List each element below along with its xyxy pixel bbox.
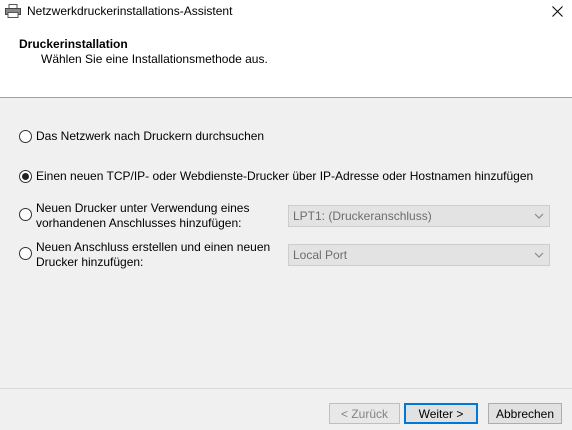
option-search-network[interactable]: Das Netzwerk nach Druckern durchsuchen	[19, 129, 264, 144]
option-label-line1: Neuen Anschluss erstellen und einen neue…	[36, 240, 271, 254]
close-icon	[551, 5, 563, 17]
option-label: Neuen Anschluss erstellen und einen neue…	[36, 240, 270, 270]
page-subtitle: Wählen Sie eine Installationsmethode aus…	[41, 52, 268, 66]
back-button[interactable]: < Zurück	[329, 403, 400, 424]
option-label: Einen neuen TCP/IP- oder Webdienste-Druc…	[36, 169, 534, 183]
radio-search-network[interactable]	[19, 130, 32, 143]
option-new-port[interactable]: Neuen Anschluss erstellen und einen neue…	[19, 240, 270, 270]
chevron-down-icon	[534, 213, 544, 219]
existing-port-value: LPT1: (Druckeranschluss)	[293, 209, 432, 223]
next-button[interactable]: Weiter >	[404, 403, 478, 424]
wizard-header: Druckerinstallation Wählen Sie eine Inst…	[0, 22, 572, 98]
option-label: Das Netzwerk nach Druckern durchsuchen	[36, 129, 265, 143]
port-type-select[interactable]: Local Port	[288, 244, 550, 266]
option-tcpip-printer[interactable]: Einen neuen TCP/IP- oder Webdienste-Druc…	[19, 169, 533, 184]
option-label-line1: Neuen Drucker unter Verwendung eines	[36, 201, 250, 215]
existing-port-select[interactable]: LPT1: (Druckeranschluss)	[288, 205, 550, 227]
option-label: Neuen Drucker unter Verwendung eines vor…	[36, 201, 249, 231]
window-title: Netzwerkdruckerinstallations-Assistent	[27, 4, 233, 18]
radio-new-port[interactable]	[19, 247, 32, 260]
radio-tcpip-printer[interactable]	[19, 170, 32, 183]
chevron-down-icon	[534, 252, 544, 258]
option-label-line2: Drucker hinzufügen:	[36, 255, 144, 269]
close-button[interactable]	[542, 0, 572, 22]
port-type-value: Local Port	[293, 248, 348, 262]
title-bar: Netzwerkdruckerinstallations-Assistent	[0, 0, 572, 22]
option-label-line2: vorhandenen Anschlusses hinzufügen:	[36, 216, 242, 230]
option-existing-port[interactable]: Neuen Drucker unter Verwendung eines vor…	[19, 201, 249, 231]
radio-existing-port[interactable]	[19, 208, 32, 221]
cancel-button[interactable]: Abbrechen	[488, 403, 562, 424]
page-title: Druckerinstallation	[19, 37, 128, 51]
footer-divider	[0, 388, 572, 389]
printer-icon	[5, 4, 21, 18]
